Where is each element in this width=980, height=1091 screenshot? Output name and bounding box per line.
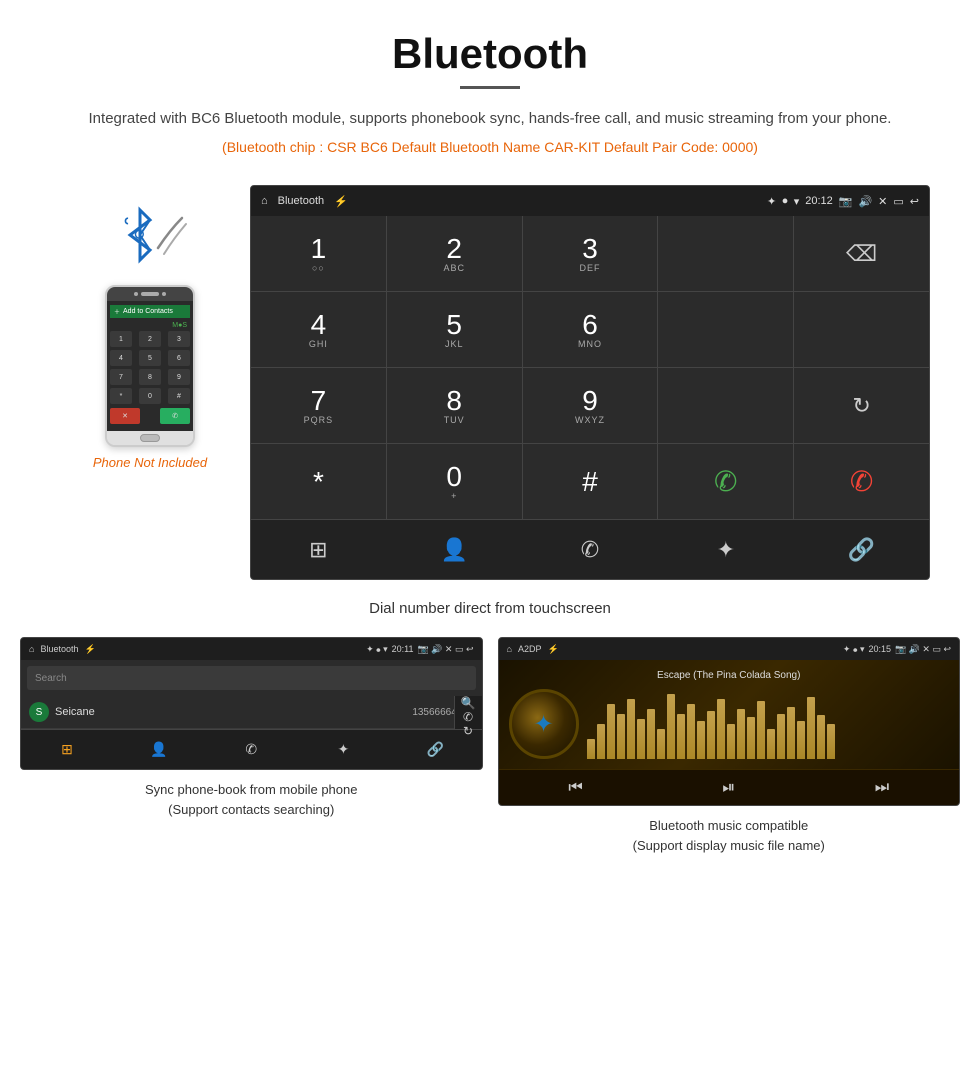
- music-song-title: Escape (The Pina Colada Song): [509, 670, 950, 681]
- phonebook-screen: ⌂ Bluetooth ⚡ ✦ ⦁ ▾ 20:11 📷 🔊 ✕ ▭ ↩ Sear…: [20, 637, 483, 770]
- pb-side-icons: 🔍 ✆ ↻: [454, 696, 482, 729]
- dial-screen: ⌂ Bluetooth ⚡ ✦ ⦁ ▾ 20:12 📷 🔊 ✕ ▭ ↩ 1 ○○: [250, 185, 930, 580]
- window-icon[interactable]: ▭: [893, 195, 903, 208]
- contact-avatar: S: [29, 702, 49, 722]
- key-4[interactable]: 4 GHI: [251, 292, 386, 367]
- bluetooth-icon-area: ʿ◦: [110, 205, 190, 275]
- empty-cell-2: [658, 292, 793, 367]
- pb-contacts-area: S Seicane 13566664466 🔍 ✆ ↻: [21, 696, 482, 729]
- key-1[interactable]: 1 ○○: [251, 216, 386, 291]
- key-9[interactable]: 9 WXYZ: [523, 368, 658, 443]
- contacts-nav-button[interactable]: 👤: [387, 520, 522, 579]
- empty-cell-3: [794, 292, 929, 367]
- music-usb-icon: ⚡: [547, 644, 558, 655]
- page-header: Bluetooth Integrated with BC6 Bluetooth …: [0, 0, 980, 185]
- main-section: ʿ◦: [0, 185, 980, 590]
- volume-icon[interactable]: 🔊: [858, 195, 872, 208]
- pb-app-title: Bluetooth: [40, 644, 78, 654]
- key-6[interactable]: 6 MNO: [523, 292, 658, 367]
- dial-caption: Dial number direct from touchscreen: [0, 600, 980, 617]
- end-call-button[interactable]: ✆: [794, 444, 929, 519]
- music-controls: ⏮ ⏯ ⏭: [499, 769, 960, 805]
- specs-line: (Bluetooth chip : CSR BC6 Default Blueto…: [20, 139, 960, 155]
- key-8[interactable]: 8 TUV: [387, 368, 522, 443]
- phone-mock-area: ʿ◦: [50, 185, 250, 470]
- phone-not-included-label: Phone Not Included: [93, 455, 207, 470]
- dialpad-nav-button[interactable]: ⊞: [251, 520, 386, 579]
- status-bar: ⌂ Bluetooth ⚡ ✦ ⦁ ▾ 20:12 📷 🔊 ✕ ▭ ↩: [251, 186, 929, 216]
- key-0[interactable]: 0 +: [387, 444, 522, 519]
- phonebook-caption: Sync phone-book from mobile phone (Suppo…: [145, 780, 357, 819]
- key-hash[interactable]: #: [523, 444, 658, 519]
- empty-cell-1: [658, 216, 793, 291]
- bottom-nav: ⊞ 👤 ✆ ✦ 🔗: [251, 519, 929, 579]
- pb-search-placeholder: Search: [35, 673, 67, 684]
- music-screen: ⌂ A2DP ⚡ ✦ ⦁ ▾ 20:15 📷 🔊 ✕ ▭ ↩ Escape (T…: [498, 637, 961, 806]
- prev-track-button[interactable]: ⏮: [568, 779, 582, 797]
- bluetooth-nav-button[interactable]: ✦: [658, 520, 793, 579]
- pb-search-bar[interactable]: Search: [27, 666, 476, 690]
- home-icon[interactable]: ⌂: [261, 195, 268, 207]
- back-icon[interactable]: ↩: [910, 195, 919, 208]
- app-title: Bluetooth: [278, 195, 324, 207]
- key-7[interactable]: 7 PQRS: [251, 368, 386, 443]
- phone-body: ＋Add to Contacts M●S 123 456 789 *0# ✕ ✆: [105, 285, 195, 447]
- pb-nav-user[interactable]: 👤: [113, 730, 205, 769]
- time-display: 20:12: [805, 195, 833, 207]
- music-equalizer: [587, 689, 950, 759]
- empty-cell-4: [658, 368, 793, 443]
- music-time: 20:15: [868, 644, 891, 654]
- bluetooth-status-icon: ✦: [767, 195, 776, 208]
- pb-call-side-icon[interactable]: ✆: [463, 710, 473, 724]
- phone-nav-button[interactable]: ✆: [523, 520, 658, 579]
- link-nav-button[interactable]: 🔗: [794, 520, 929, 579]
- pb-usb-icon: ⚡: [84, 644, 95, 655]
- contact-name: Seicane: [55, 706, 412, 718]
- close-icon[interactable]: ✕: [878, 195, 887, 208]
- pb-time: 20:11: [392, 644, 414, 654]
- pb-nav-dialpad[interactable]: ⊞: [21, 730, 113, 769]
- backspace-button[interactable]: ⌫: [794, 216, 929, 291]
- pb-nav-bluetooth[interactable]: ✦: [297, 730, 389, 769]
- camera-icon[interactable]: 📷: [839, 195, 853, 208]
- phonebook-card: ⌂ Bluetooth ⚡ ✦ ⦁ ▾ 20:11 📷 🔊 ✕ ▭ ↩ Sear…: [20, 637, 483, 855]
- key-3[interactable]: 3 DEF: [523, 216, 658, 291]
- usb-icon: ⚡: [334, 195, 348, 208]
- pb-nav-phone[interactable]: ✆: [205, 730, 297, 769]
- answer-call-button[interactable]: ✆: [658, 444, 793, 519]
- title-underline: [460, 86, 520, 89]
- key-2[interactable]: 2 ABC: [387, 216, 522, 291]
- signal-icon: ▾: [794, 195, 800, 208]
- key-star[interactable]: *: [251, 444, 386, 519]
- play-pause-button[interactable]: ⏯: [722, 779, 735, 797]
- page-title: Bluetooth: [20, 30, 960, 78]
- gps-icon: ⦁: [782, 195, 788, 208]
- key-5[interactable]: 5 JKL: [387, 292, 522, 367]
- music-app-title: A2DP: [518, 644, 542, 654]
- album-art: ✦: [509, 689, 579, 759]
- page-description: Integrated with BC6 Bluetooth module, su…: [20, 107, 960, 131]
- music-home-icon[interactable]: ⌂: [507, 644, 512, 654]
- next-track-button[interactable]: ⏭: [875, 779, 889, 797]
- pb-mini-nav: ⊞ 👤 ✆ ✦ 🔗: [21, 729, 482, 769]
- dial-grid: 1 ○○ 2 ABC 3 DEF ⌫ 4 GHI 5 JKL: [251, 216, 929, 519]
- pb-home-icon[interactable]: ⌂: [29, 644, 34, 654]
- music-content-area: Escape (The Pina Colada Song) ✦: [499, 660, 960, 769]
- album-bluetooth-icon: ✦: [533, 710, 553, 739]
- music-status-bar: ⌂ A2DP ⚡ ✦ ⦁ ▾ 20:15 📷 🔊 ✕ ▭ ↩: [499, 638, 960, 660]
- music-caption: Bluetooth music compatible (Support disp…: [633, 816, 825, 855]
- contact-row-seicane[interactable]: S Seicane 13566664466: [21, 696, 482, 729]
- pb-reload-side-icon[interactable]: ↻: [463, 724, 473, 738]
- music-card: ⌂ A2DP ⚡ ✦ ⦁ ▾ 20:15 📷 🔊 ✕ ▭ ↩ Escape (T…: [498, 637, 961, 855]
- pb-status-bar: ⌂ Bluetooth ⚡ ✦ ⦁ ▾ 20:11 📷 🔊 ✕ ▭ ↩: [21, 638, 482, 660]
- bottom-section: ⌂ Bluetooth ⚡ ✦ ⦁ ▾ 20:11 📷 🔊 ✕ ▭ ↩ Sear…: [0, 637, 980, 885]
- pb-search-side-icon[interactable]: 🔍: [461, 696, 476, 710]
- reload-button[interactable]: ↻: [794, 368, 929, 443]
